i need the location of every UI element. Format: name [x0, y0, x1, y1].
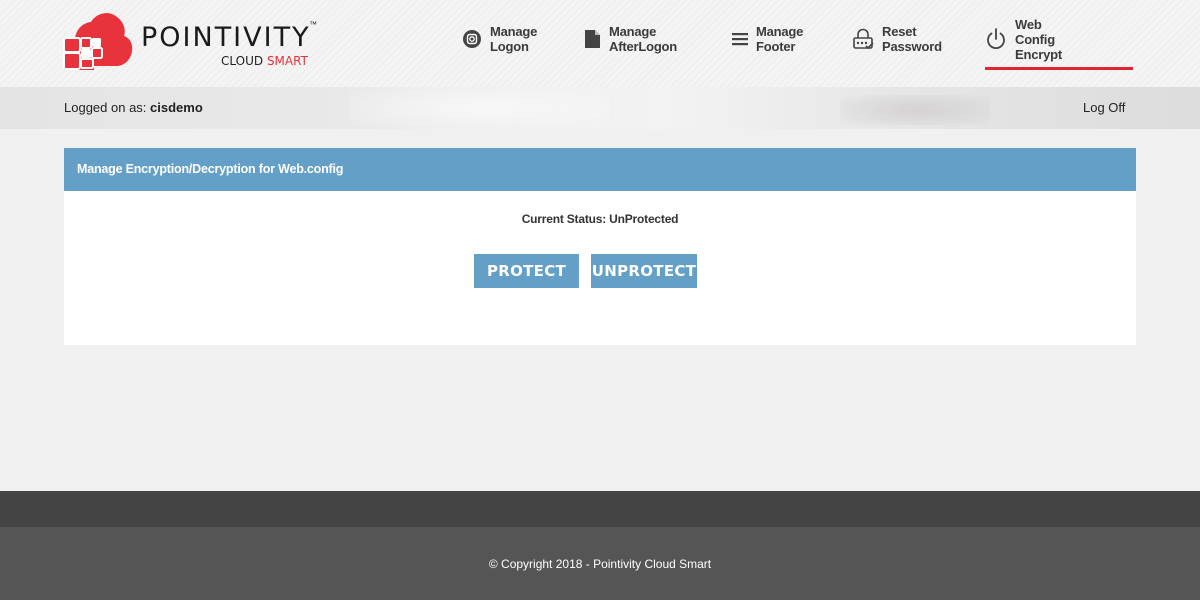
brand-tagline-primary: CLOUD — [221, 54, 264, 68]
footer: © Copyright 2018 - Pointivity Cloud Smar… — [0, 527, 1200, 600]
log-off-link[interactable]: Log Off — [1083, 100, 1125, 115]
nav-item-manage-footer[interactable]: Manage Footer — [732, 24, 804, 54]
logo-cloud-icon — [63, 13, 133, 70]
logged-on-prefix: Logged on as: — [64, 100, 147, 115]
power-icon — [985, 27, 1007, 51]
brand-tagline-accent: SMART — [266, 54, 308, 68]
nav-item-web-config-encrypt[interactable]: Web Config Encrypt — [985, 17, 1062, 62]
nav-label: Manage Logon — [490, 24, 538, 54]
nav-item-manage-afterlogon[interactable]: Manage AfterLogon — [584, 24, 678, 54]
nav-label: Manage Footer — [756, 24, 804, 54]
current-status: Current Status: UnProtected — [521, 212, 679, 226]
lock-icon — [852, 28, 874, 50]
brand-tagline: CLOUD SMART — [221, 54, 308, 68]
footer-band — [0, 491, 1200, 527]
session-bar: Logged on as: cisdemo Log Off — [0, 87, 1200, 129]
header: POINTIVITY ™ CLOUD SMART Manage Logon Ma… — [0, 0, 1200, 87]
session-bar-background-accent — [840, 95, 990, 125]
copyright-text: © Copyright 2018 - Pointivity Cloud Smar… — [488, 557, 712, 571]
nav-item-manage-logon[interactable]: Manage Logon — [462, 24, 538, 54]
brand-trademark: ™ — [309, 20, 317, 29]
nav-label: Web Config Encrypt — [1015, 16, 1063, 62]
file-icon — [584, 29, 601, 49]
menu-icon — [732, 32, 748, 46]
nav-item-reset-password[interactable]: Reset Password — [852, 24, 942, 54]
session-bar-background — [350, 87, 610, 129]
panel-title: Manage Encryption/Decryption for Web.con… — [64, 148, 1136, 191]
logo[interactable]: POINTIVITY ™ CLOUD SMART — [62, 8, 332, 78]
username: cisdemo — [150, 100, 203, 115]
logged-on-text: Logged on as: cisdemo — [64, 100, 203, 115]
instagram-icon — [462, 29, 482, 49]
nav-active-indicator — [985, 67, 1133, 70]
nav-label: Reset Password — [882, 24, 942, 54]
nav-label: Manage AfterLogon — [609, 24, 678, 54]
brand-name: POINTIVITY — [141, 22, 311, 53]
protect-button[interactable]: PROTECT — [474, 254, 579, 288]
encryption-panel: Manage Encryption/Decryption for Web.con… — [64, 148, 1136, 345]
unprotect-button[interactable]: UNPROTECT — [591, 254, 697, 288]
